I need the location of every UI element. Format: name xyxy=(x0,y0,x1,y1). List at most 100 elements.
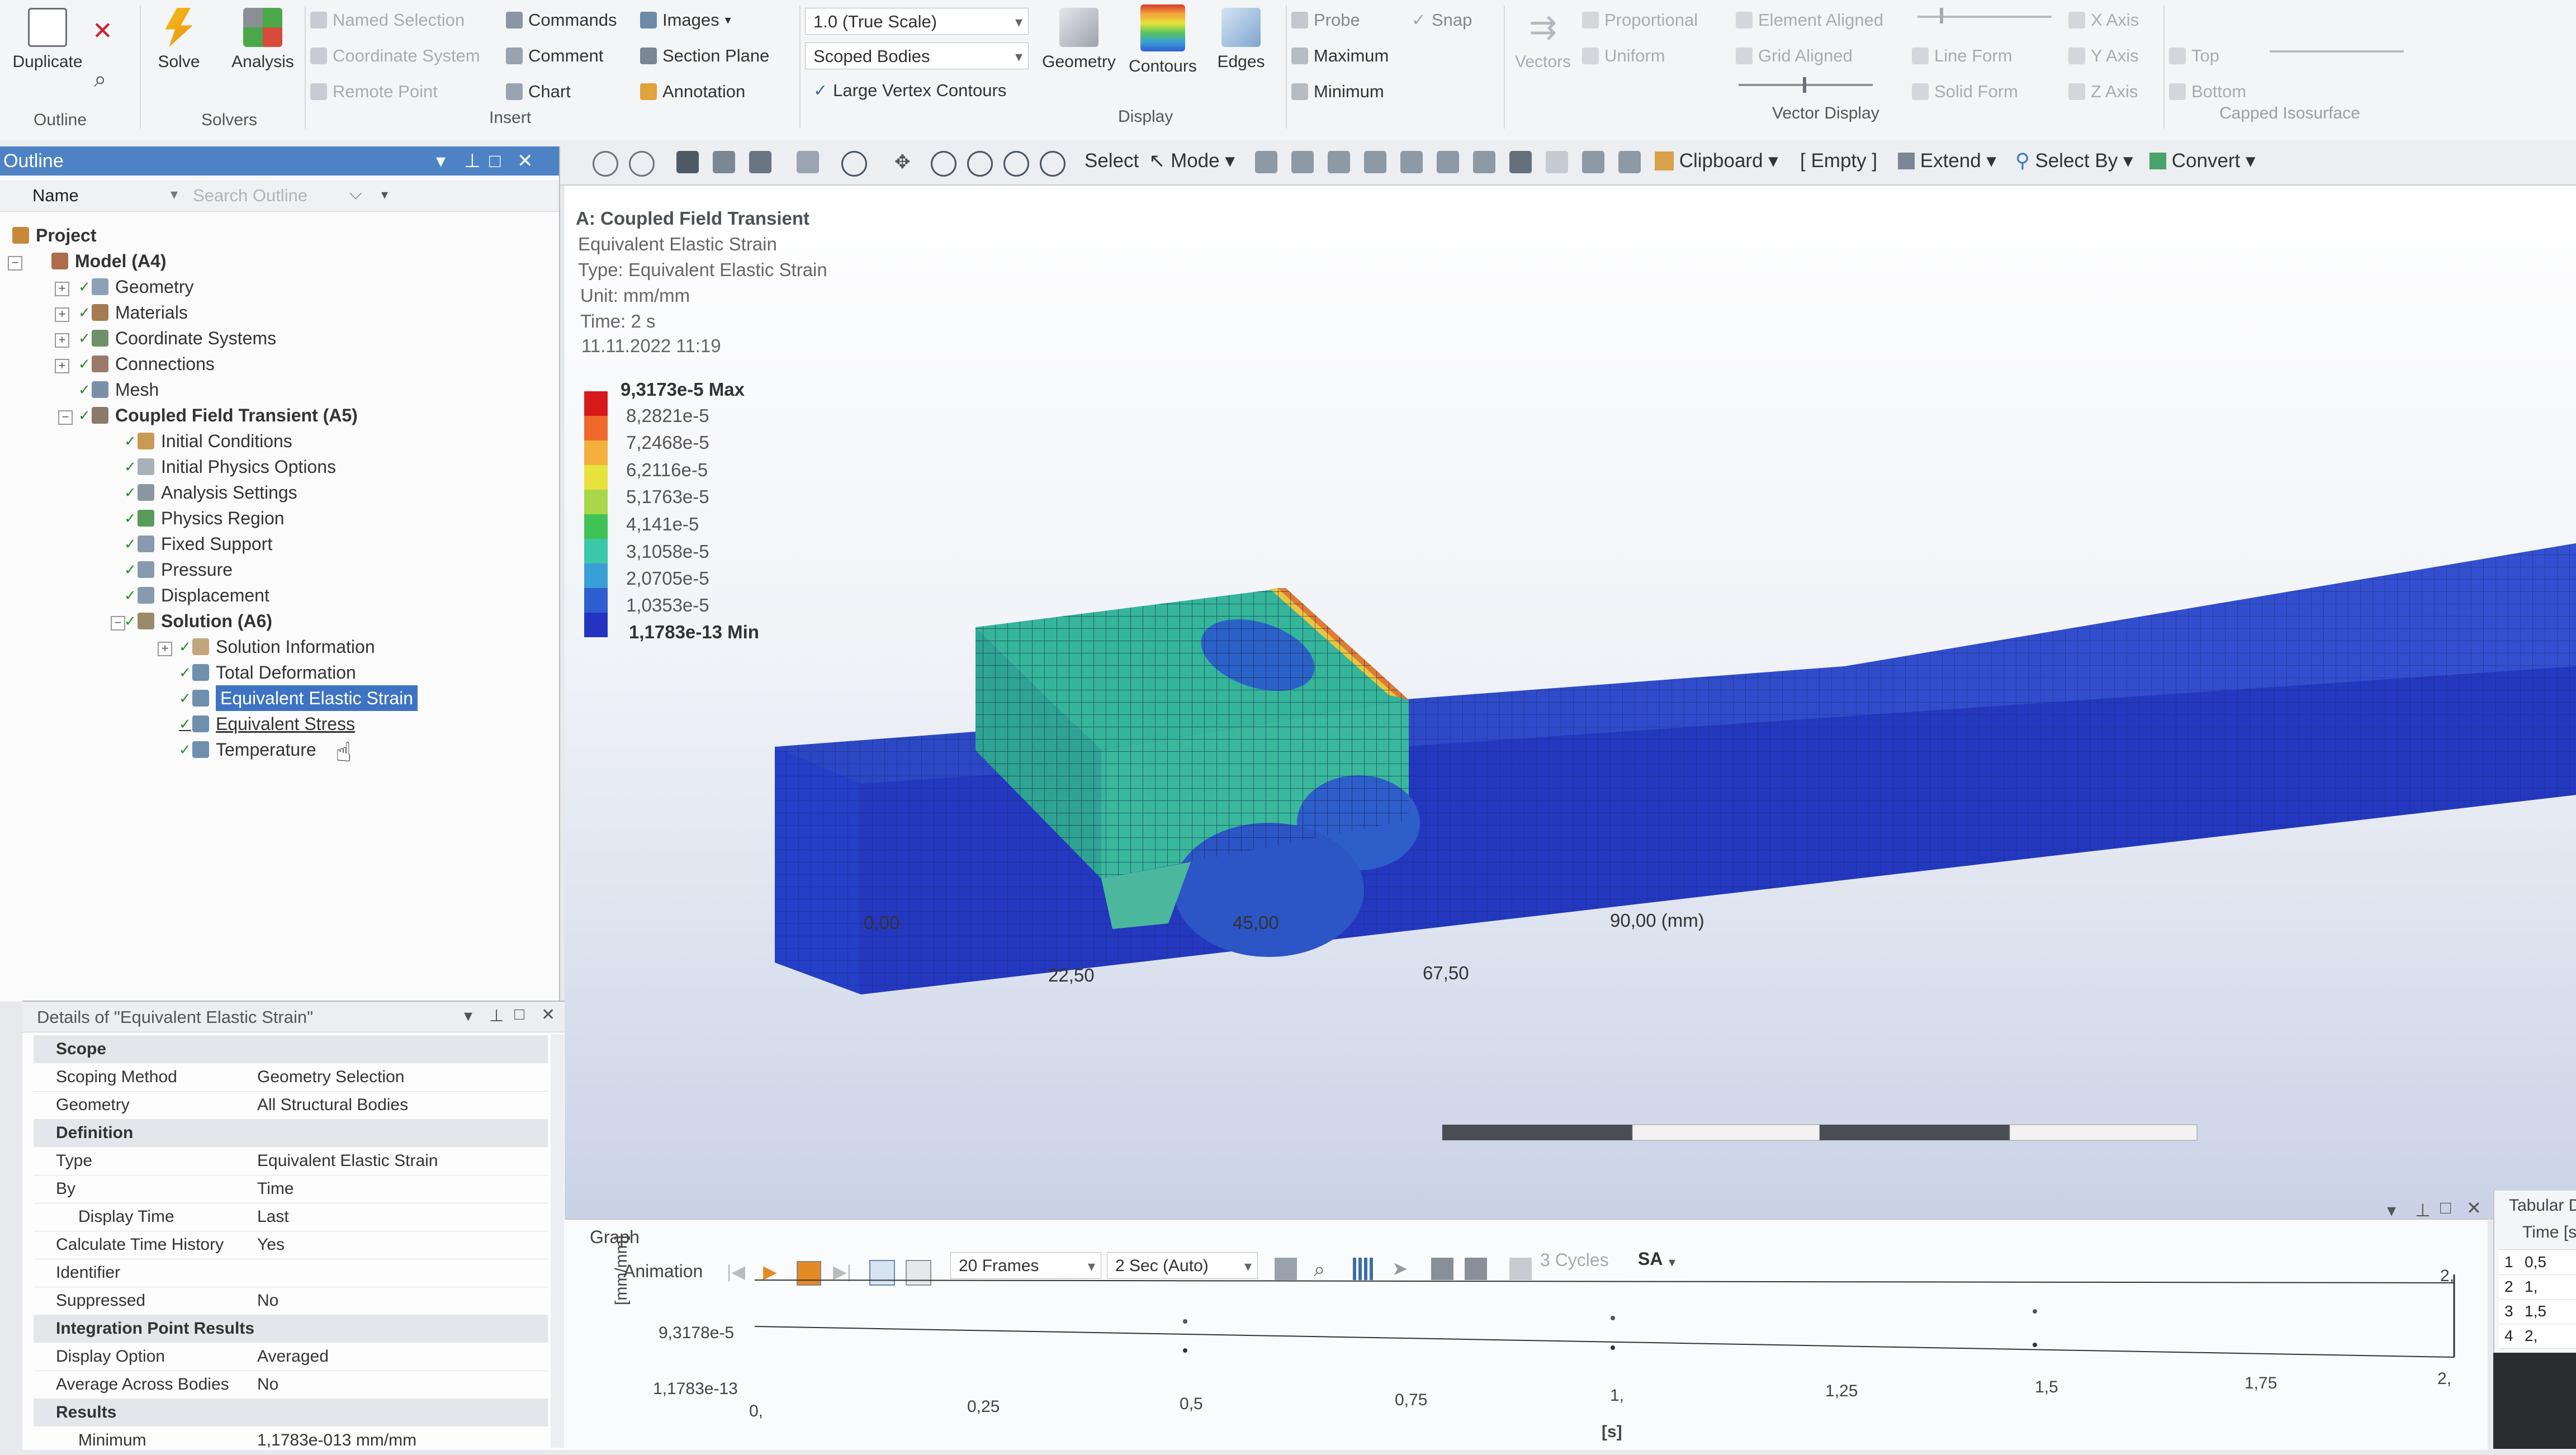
maximize-icon[interactable]: □ xyxy=(489,146,501,176)
line-form-button[interactable]: Line Form xyxy=(1912,46,2012,66)
expand-icon[interactable]: + xyxy=(55,333,69,348)
select-vertex-icon[interactable] xyxy=(1255,151,1277,173)
search-input[interactable]: Search Outline xyxy=(193,186,344,206)
average-across-bodies-row[interactable]: Average Across Bodies No xyxy=(34,1371,548,1399)
zoom-icon[interactable] xyxy=(593,151,618,177)
vectors-button[interactable]: ⇉ Vectors xyxy=(1509,8,1576,72)
tree-item-mesh[interactable]: ✓ Mesh xyxy=(78,377,159,402)
maximize-icon[interactable]: □ xyxy=(514,1005,524,1024)
geometry-row[interactable]: Geometry All Structural Bodies xyxy=(34,1091,548,1120)
integration-point-results-section[interactable]: Integration Point Results xyxy=(34,1315,548,1343)
extend-dropdown[interactable]: Extend ▾ xyxy=(1898,150,1996,172)
dropdown-icon[interactable]: ▾ xyxy=(464,1006,472,1026)
display-time-row[interactable]: Display Time Last xyxy=(34,1203,548,1231)
select-filter-icon[interactable] xyxy=(1546,151,1568,173)
tree-item-equivalent-stress[interactable]: ✓ Equivalent Stress xyxy=(179,711,355,737)
definition-section[interactable]: Definition xyxy=(34,1119,548,1147)
tree-item-total-deformation[interactable]: ✓ Total Deformation xyxy=(179,660,356,685)
close-icon[interactable]: ✕ xyxy=(2466,1197,2482,1219)
chart-button[interactable]: Chart xyxy=(506,82,571,102)
table-row[interactable]: 1 0,5 xyxy=(2499,1250,2576,1275)
uniform-button[interactable]: Uniform xyxy=(1582,46,1665,66)
tree-item-model[interactable]: Model (A4) xyxy=(38,248,167,274)
edges-button[interactable]: Edges xyxy=(1208,8,1275,72)
maximize-icon[interactable]: □ xyxy=(2440,1197,2451,1218)
element-aligned-button[interactable]: Element Aligned xyxy=(1736,10,1883,30)
vector-density-slider[interactable] xyxy=(1917,16,2052,18)
shaded-view-icon[interactable] xyxy=(713,151,735,173)
pan-icon[interactable]: ✥ xyxy=(894,151,917,173)
scope-section[interactable]: Scope xyxy=(34,1035,548,1063)
expand-icon[interactable]: + xyxy=(55,307,69,322)
display-filter-icon[interactable] xyxy=(1618,151,1641,173)
maximum-button[interactable]: Maximum xyxy=(1291,46,1389,66)
select-mesh-icon[interactable] xyxy=(1509,151,1532,173)
select-body-icon[interactable] xyxy=(1364,151,1386,173)
snap-checkbox[interactable]: ✓ Snap xyxy=(1412,10,1472,30)
pin-icon[interactable]: ⊥ xyxy=(489,1006,504,1026)
y-axis-button[interactable]: Y Axis xyxy=(2068,46,2139,66)
pin-icon[interactable]: ⊥ xyxy=(2415,1200,2431,1221)
remote-point-button[interactable]: Remote Point xyxy=(310,82,438,102)
commands-button[interactable]: Commands xyxy=(506,10,617,30)
select-edge-icon[interactable] xyxy=(1291,151,1314,173)
tabular-table[interactable]: 1 0,5 2 1, 3 1,5 4 2, xyxy=(2499,1249,2576,1349)
zoom-all-icon[interactable] xyxy=(1040,151,1066,177)
scoping-method-row[interactable]: Scoping Method Geometry Selection xyxy=(34,1063,548,1092)
x-axis-button[interactable]: X Axis xyxy=(2068,10,2139,30)
select-face-icon[interactable] xyxy=(1328,151,1350,173)
zoom-fit-icon[interactable] xyxy=(1003,151,1029,177)
select-node-icon[interactable] xyxy=(1400,151,1423,173)
collapse-icon[interactable]: − xyxy=(58,410,73,425)
close-icon[interactable]: ✕ xyxy=(541,1005,555,1025)
search-icon[interactable]: ⌕ xyxy=(94,67,106,92)
select-by-dropdown[interactable]: ⚲ Select By ▾ xyxy=(2015,150,2133,172)
details-scrollbar[interactable] xyxy=(551,1034,564,1448)
chevron-down-icon[interactable]: ▾ xyxy=(381,187,388,203)
bottom-button[interactable]: Bottom xyxy=(2169,82,2246,102)
expand-icon[interactable]: + xyxy=(158,642,172,656)
collapse-icon[interactable]: − xyxy=(111,616,125,631)
probe-button[interactable]: Probe xyxy=(1291,10,1360,30)
z-axis-button[interactable]: Z Axis xyxy=(2068,82,2138,102)
iso-view-icon[interactable] xyxy=(676,151,699,173)
minimum-button[interactable]: Minimum xyxy=(1291,82,1384,102)
table-row[interactable]: 4 2, xyxy=(2499,1324,2576,1349)
tree-item-materials[interactable]: ✓ Materials xyxy=(78,300,188,325)
tree-item-analysis-settings[interactable]: ✓ Analysis Settings xyxy=(124,480,297,505)
slider-thumb[interactable] xyxy=(1940,8,1943,23)
grid-aligned-button[interactable]: Grid Aligned xyxy=(1736,46,1853,66)
identifier-row[interactable]: Identifier xyxy=(34,1259,548,1287)
expand-icon[interactable]: + xyxy=(55,282,69,296)
tree-item-initial-physics-options[interactable]: ✓ Initial Physics Options xyxy=(124,454,336,480)
named-selection-button[interactable]: Named Selection xyxy=(310,10,465,30)
isosurface-slider[interactable] xyxy=(2270,50,2404,53)
model-3d-view[interactable] xyxy=(565,186,2576,1220)
tree-item-fixed-support[interactable]: ✓ Fixed Support xyxy=(124,531,272,557)
tree-item-physics-region[interactable]: ✓ Physics Region xyxy=(124,505,285,531)
tree-item-displacement[interactable]: ✓ Displacement xyxy=(124,582,269,608)
search-options-icon[interactable]: ⌵ xyxy=(349,184,362,203)
scale-select[interactable]: 1.0 (True Scale) xyxy=(805,8,1029,35)
tree-item-coupled-field-transient[interactable]: ✓ Coupled Field Transient (A5) xyxy=(78,402,358,428)
zoom-in-icon[interactable] xyxy=(931,151,956,177)
dropdown-icon[interactable]: ▾ xyxy=(436,146,446,176)
display-option-row[interactable]: Display Option Averaged xyxy=(34,1343,548,1371)
annotation-button[interactable]: Annotation xyxy=(640,82,745,102)
expand-icon[interactable]: + xyxy=(55,359,69,373)
clipboard-dropdown[interactable]: Clipboard ▾ xyxy=(1655,150,1778,172)
tree-item-solution[interactable]: ✓ Solution (A6) xyxy=(124,608,272,634)
tree-item-coordinate-systems[interactable]: ✓ Coordinate Systems xyxy=(78,325,276,351)
table-row[interactable]: 2 1, xyxy=(2499,1274,2576,1300)
convert-dropdown[interactable]: Convert ▾ xyxy=(2149,150,2256,172)
tree-item-pressure[interactable]: ✓ Pressure xyxy=(124,557,233,582)
type-row[interactable]: Type Equivalent Elastic Strain xyxy=(34,1147,548,1176)
select-element-icon[interactable] xyxy=(1473,151,1495,173)
select-button[interactable]: Select xyxy=(1085,150,1139,172)
solve-button[interactable]: Solve xyxy=(145,8,212,72)
close-icon[interactable]: ✕ xyxy=(517,146,533,176)
results-section[interactable]: Results xyxy=(34,1399,548,1426)
tree-item-geometry[interactable]: ✓ Geometry xyxy=(78,274,193,300)
wireframe-icon[interactable] xyxy=(749,151,771,173)
duplicate-button[interactable]: Duplicate xyxy=(6,8,89,72)
